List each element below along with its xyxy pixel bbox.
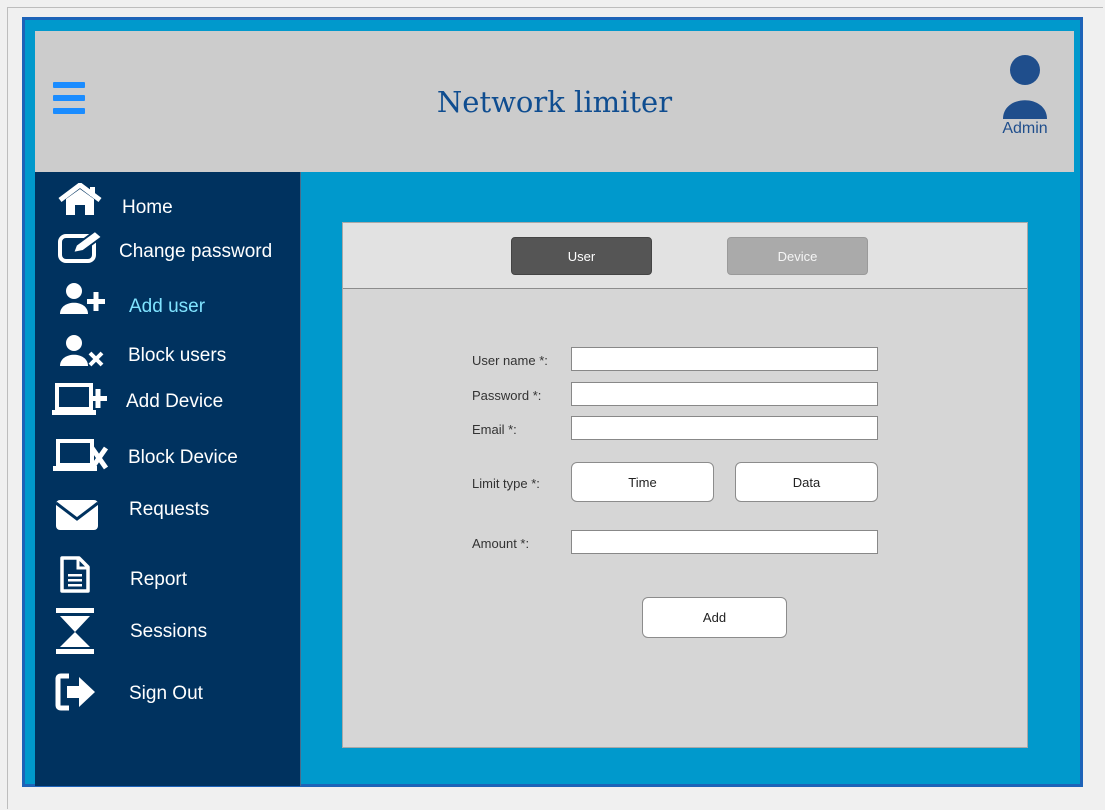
sidebar-item-label: Report (130, 569, 188, 590)
add-button[interactable]: Add (642, 597, 787, 638)
sidebar-item-label: Requests (129, 499, 210, 520)
amount-input[interactable] (571, 530, 878, 554)
user-menu[interactable]: Admin (995, 53, 1055, 143)
tab-bar: User Device (343, 223, 1027, 289)
sidebar-item-block-users[interactable]: Block users (35, 334, 301, 374)
add-device-icon (52, 383, 107, 415)
home-icon (58, 183, 102, 215)
limit-type-time-button[interactable]: Time (571, 462, 714, 502)
email-label: Email *: (472, 422, 517, 437)
amount-label: Amount *: (472, 536, 530, 551)
add-user-panel: User Device User name *: Password *: Ema… (342, 222, 1028, 748)
sidebar-item-label: Change password (119, 241, 273, 262)
limit-type-data-button[interactable]: Data (735, 462, 878, 502)
sidebar-item-label: Sign Out (129, 683, 203, 704)
block-user-icon (60, 335, 104, 367)
sidebar-item-label: Block Device (128, 447, 238, 468)
edit-icon (58, 229, 104, 263)
sidebar-item-label: Block users (128, 345, 227, 366)
username-label: User name *: (472, 353, 548, 368)
sidebar-item-add-device[interactable]: Add Device (35, 380, 301, 420)
password-input[interactable] (571, 382, 878, 406)
sign-out-icon (55, 673, 95, 711)
sidebar-item-label: Add user (129, 296, 206, 317)
user-avatar-icon (1003, 55, 1047, 119)
sidebar-item-report[interactable]: Report (35, 556, 301, 596)
hourglass-icon (56, 608, 94, 654)
tab-user[interactable]: User (511, 237, 652, 275)
sidebar: Home Change password Add user Block user… (35, 172, 301, 786)
sidebar-item-label: Home (122, 197, 173, 218)
envelope-icon (55, 500, 99, 530)
sidebar-item-change-password[interactable]: Change password (35, 226, 301, 266)
limit-type-label: Limit type *: (472, 476, 540, 491)
sidebar-item-sign-out[interactable]: Sign Out (35, 672, 301, 712)
header-bar: Network limiter Admin (35, 31, 1074, 172)
username-input[interactable] (571, 347, 878, 371)
document-icon (60, 556, 90, 593)
sidebar-item-add-user[interactable]: Add user (35, 280, 301, 320)
email-input[interactable] (571, 416, 878, 440)
sidebar-item-requests[interactable]: Requests (35, 490, 301, 530)
add-user-icon (60, 283, 105, 314)
user-menu-label: Admin (1002, 120, 1048, 137)
tab-device[interactable]: Device (727, 237, 868, 275)
sidebar-item-sessions[interactable]: Sessions (35, 604, 301, 654)
password-label: Password *: (472, 388, 542, 403)
sidebar-item-block-device[interactable]: Block Device (35, 434, 301, 474)
block-device-icon (53, 439, 109, 471)
sidebar-item-label: Sessions (130, 621, 208, 642)
sidebar-item-home[interactable]: Home (35, 180, 301, 220)
app-title: Network limiter (436, 85, 673, 119)
sidebar-item-label: Add Device (126, 391, 224, 412)
